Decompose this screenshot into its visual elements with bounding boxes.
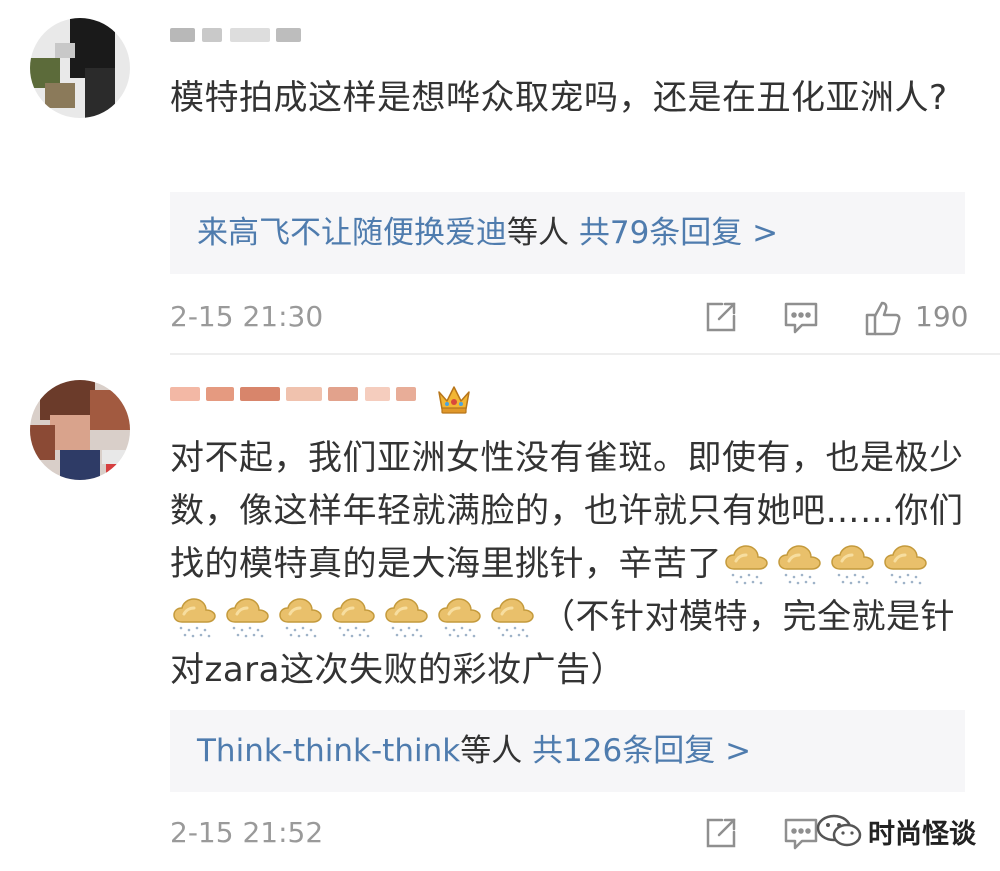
reply-middle: 等人: [460, 733, 523, 769]
rain-cloud-emoji: [223, 596, 273, 640]
share-icon[interactable]: [703, 815, 739, 855]
crown-icon: [436, 382, 472, 416]
avatar[interactable]: [30, 18, 130, 118]
comment-text: 模特拍成这样是想哗众取宠吗，还是在丑化亚洲人?: [170, 78, 948, 118]
replies-summary[interactable]: 来高飞不让随便换爱迪等人 共79条回复 >: [170, 192, 965, 274]
comment-item: 模特拍成这样是想哗众取宠吗，还是在丑化亚洲人? 来高飞不让随便换爱迪等人 共79…: [0, 0, 1000, 350]
rain-cloud-emoji: [435, 596, 485, 640]
rain-cloud-emoji: [382, 596, 432, 640]
watermark: 时尚怪谈: [815, 810, 985, 850]
reply-names[interactable]: 来高飞不让随便换爱迪: [197, 215, 507, 251]
share-icon[interactable]: [703, 299, 739, 339]
watermark-text: 时尚怪谈: [868, 819, 976, 850]
rain-cloud-emoji: [170, 596, 220, 640]
rain-cloud-emoji: [881, 543, 931, 587]
timestamp: 2-15 21:30: [170, 300, 324, 333]
rain-cloud-emoji: [722, 543, 772, 587]
thumbs-up-icon[interactable]: [864, 299, 904, 341]
comment-footer: 2-15 21:30 190: [170, 297, 969, 339]
reply-count-link[interactable]: 共79条回复 >: [579, 215, 778, 251]
rain-cloud-emoji: [329, 596, 379, 640]
rain-cloud-emoji: [276, 596, 326, 640]
reply-count-link[interactable]: 共126条回复 >: [532, 733, 751, 769]
wechat-icon: [815, 814, 865, 852]
comment-item: 对不起，我们亚洲女性没有雀斑。即使有，也是极少数，像这样年轻就满脸的，也许就只有…: [0, 355, 1000, 871]
username-blurred[interactable]: [170, 377, 430, 417]
timestamp: 2-15 21:52: [170, 816, 324, 849]
rain-cloud-emoji: [488, 596, 538, 640]
comment-icon[interactable]: [782, 299, 820, 341]
reply-names[interactable]: Think-think-think: [197, 733, 460, 769]
avatar[interactable]: [30, 380, 130, 480]
username-blurred[interactable]: [170, 18, 305, 58]
rain-cloud-emoji: [828, 543, 878, 587]
rain-cloud-emoji: [775, 543, 825, 587]
reply-middle: 等人: [507, 215, 569, 251]
replies-summary[interactable]: Think-think-think等人 共126条回复 >: [170, 710, 965, 792]
comment-text: 对不起，我们亚洲女性没有雀斑。即使有，也是极少数，像这样年轻就满脸的，也许就只有…: [170, 432, 970, 697]
like-count: 190: [915, 300, 969, 333]
